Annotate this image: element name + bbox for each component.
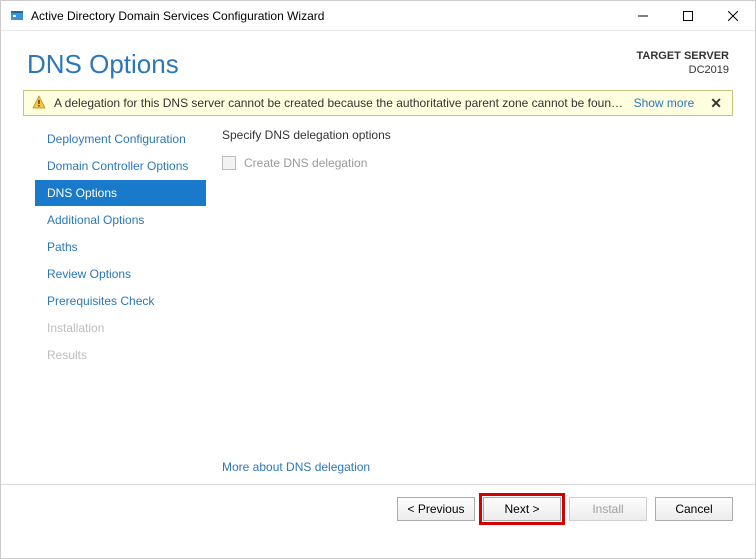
- nav-review-options[interactable]: Review Options: [35, 261, 206, 287]
- create-dns-delegation-label: Create DNS delegation: [244, 156, 367, 170]
- content-pane: Specify DNS delegation options Create DN…: [206, 122, 755, 478]
- nav-prerequisites-check[interactable]: Prerequisites Check: [35, 288, 206, 314]
- nav-deployment-configuration[interactable]: Deployment Configuration: [35, 126, 206, 152]
- previous-button[interactable]: < Previous: [397, 497, 475, 521]
- maximize-button[interactable]: [665, 1, 710, 30]
- footer: < Previous Next > Install Cancel: [1, 485, 755, 521]
- close-button[interactable]: [710, 1, 755, 30]
- nav-installation: Installation: [35, 315, 206, 341]
- install-button: Install: [569, 497, 647, 521]
- create-dns-delegation-row: Create DNS delegation: [222, 156, 725, 170]
- warning-bar: A delegation for this DNS server cannot …: [23, 90, 733, 116]
- nav-domain-controller-options[interactable]: Domain Controller Options: [35, 153, 206, 179]
- page-title: DNS Options: [27, 49, 179, 80]
- create-dns-delegation-checkbox[interactable]: [222, 156, 236, 170]
- section-heading: Specify DNS delegation options: [222, 128, 725, 142]
- target-server-name: DC2019: [637, 63, 730, 77]
- header: DNS Options TARGET SERVER DC2019: [1, 31, 755, 90]
- nav-additional-options[interactable]: Additional Options: [35, 207, 206, 233]
- next-button[interactable]: Next >: [483, 497, 561, 521]
- target-server-block: TARGET SERVER DC2019: [637, 49, 730, 78]
- window-title: Active Directory Domain Services Configu…: [31, 9, 620, 23]
- cancel-button[interactable]: Cancel: [655, 497, 733, 521]
- warning-close-button[interactable]: ✕: [708, 95, 724, 112]
- warning-icon: [32, 95, 46, 112]
- app-icon: [9, 8, 25, 24]
- target-label: TARGET SERVER: [637, 49, 730, 63]
- minimize-button[interactable]: [620, 1, 665, 30]
- nav-paths[interactable]: Paths: [35, 234, 206, 260]
- more-about-dns-delegation-link[interactable]: More about DNS delegation: [222, 460, 725, 478]
- warning-show-more-link[interactable]: Show more: [634, 96, 695, 110]
- warning-text: A delegation for this DNS server cannot …: [54, 96, 626, 110]
- titlebar: Active Directory Domain Services Configu…: [1, 1, 755, 31]
- body: Deployment Configuration Domain Controll…: [1, 116, 755, 478]
- nav-dns-options[interactable]: DNS Options: [35, 180, 206, 206]
- wizard-nav: Deployment Configuration Domain Controll…: [1, 122, 206, 478]
- nav-results: Results: [35, 342, 206, 368]
- window-controls: [620, 1, 755, 30]
